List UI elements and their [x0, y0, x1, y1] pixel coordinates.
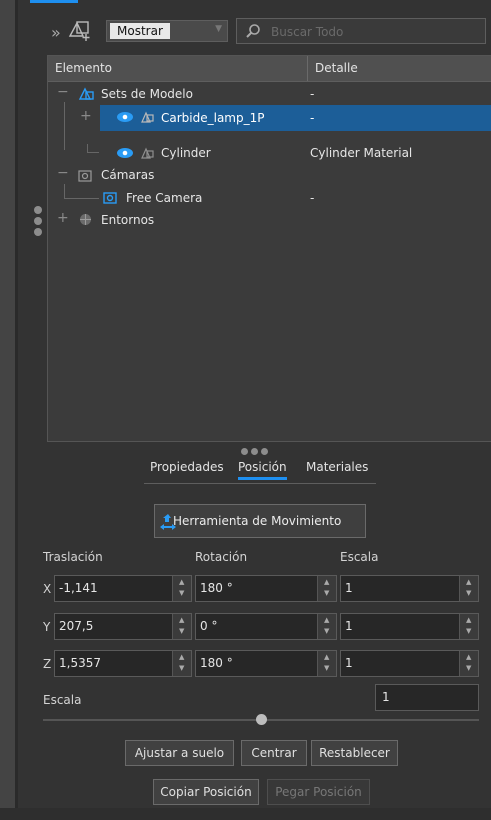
- expand-icon[interactable]: +: [80, 108, 92, 124]
- expand-chevron-icon[interactable]: »: [51, 23, 61, 42]
- rotation-z-value: 180 °: [200, 656, 233, 670]
- snap-to-ground-button[interactable]: Ajustar a suelo: [125, 740, 234, 766]
- rotation-z-spinbox[interactable]: 180 ° ▲ ▼: [195, 650, 337, 677]
- move-tool-button[interactable]: Herramienta de Movimiento: [154, 504, 366, 538]
- search-input[interactable]: [269, 21, 473, 43]
- visibility-eye-icon[interactable]: [116, 147, 134, 159]
- toolbar: » Mostrar ▼: [46, 16, 491, 46]
- translation-z-spinbox[interactable]: 1,5357 ▲ ▼: [54, 650, 192, 677]
- spin-buttons[interactable]: ▲ ▼: [459, 614, 478, 639]
- show-dropdown[interactable]: Mostrar ▼: [106, 20, 228, 42]
- tree-row-cylinder[interactable]: Cylinder Cylinder Material: [48, 142, 491, 164]
- translation-y-spinbox[interactable]: 207,5 ▲ ▼: [54, 613, 192, 640]
- scale-y-value: 1: [345, 619, 353, 633]
- chevron-down-icon: ▼: [215, 24, 222, 34]
- rotation-x-value: 180 °: [200, 581, 233, 595]
- scale-y-spinbox[interactable]: 1 ▲ ▼: [340, 613, 479, 640]
- axis-y-label: Y: [43, 620, 51, 634]
- axis-x-label: X: [43, 582, 52, 596]
- show-dropdown-label: Mostrar: [110, 23, 170, 39]
- rotation-y-value: 0 °: [200, 619, 218, 633]
- tree-row-label: Cylinder: [161, 146, 211, 160]
- tree-row-detail: Cylinder Material: [310, 146, 413, 160]
- axis-z-label: Z: [43, 657, 52, 671]
- camera-icon: [103, 192, 117, 204]
- tree-row-label: Cámaras: [101, 168, 155, 182]
- scale-z-value: 1: [345, 656, 353, 670]
- tree-row-environments[interactable]: + Entornos: [48, 209, 491, 231]
- camera-group-icon: [78, 170, 92, 182]
- search-icon: [246, 24, 260, 38]
- center-button[interactable]: Centrar: [241, 740, 307, 766]
- tree-row-label: Carbide_lamp_1P: [161, 111, 265, 125]
- tree-row-detail: -: [310, 87, 315, 101]
- translation-header: Traslación: [43, 550, 103, 564]
- spin-buttons[interactable]: ▲ ▼: [172, 614, 191, 639]
- add-object-icon[interactable]: [68, 18, 92, 42]
- spin-buttons[interactable]: ▲ ▼: [317, 576, 336, 601]
- scale-z-spinbox[interactable]: 1 ▲ ▼: [340, 650, 479, 677]
- collapse-icon[interactable]: −: [57, 84, 69, 100]
- scale-x-value: 1: [345, 581, 353, 595]
- column-detail-header[interactable]: Detalle: [315, 61, 358, 75]
- spin-buttons[interactable]: ▲ ▼: [459, 576, 478, 601]
- tree-row-free-camera[interactable]: Free Camera -: [48, 187, 491, 209]
- scene-tree: Elemento Detalle − Sets de Modelo - + Ca…: [47, 55, 491, 442]
- tree-row-label: Free Camera: [126, 191, 203, 205]
- tree-header: Elemento Detalle: [48, 56, 491, 82]
- tab-properties[interactable]: Propiedades: [150, 460, 224, 474]
- tree-row-model-sets[interactable]: − Sets de Modelo -: [48, 83, 491, 105]
- reset-button[interactable]: Restablecer: [311, 740, 398, 766]
- spin-buttons[interactable]: ▲ ▼: [172, 651, 191, 676]
- translation-y-value: 207,5: [59, 619, 94, 633]
- tab-materials[interactable]: Materiales: [306, 460, 368, 474]
- uniform-scale-input[interactable]: 1: [375, 684, 479, 711]
- tabs-resize-grip[interactable]: [241, 444, 271, 458]
- visibility-eye-icon[interactable]: [116, 111, 134, 123]
- active-panel-indicator: [30, 0, 78, 3]
- left-strip-edge: [15, 0, 18, 820]
- collapse-icon[interactable]: −: [57, 165, 69, 181]
- column-element-header[interactable]: Elemento: [55, 61, 112, 75]
- model-icon: [141, 111, 154, 123]
- tree-row-carbide-lamp[interactable]: + Carbide_lamp_1P -: [48, 105, 491, 131]
- tree-row-detail: -: [310, 191, 315, 205]
- model-set-icon: [78, 87, 94, 100]
- translation-z-value: 1,5357: [59, 656, 101, 670]
- environment-icon: [80, 214, 91, 225]
- tree-row-label: Entornos: [101, 213, 155, 227]
- tree-row-label: Sets de Modelo: [101, 87, 193, 101]
- spin-buttons[interactable]: ▲ ▼: [172, 576, 191, 601]
- spin-buttons[interactable]: ▲ ▼: [317, 614, 336, 639]
- tab-position[interactable]: Posición: [238, 460, 287, 480]
- tree-row-cameras[interactable]: − Cámaras: [48, 164, 491, 186]
- translation-x-value: -1,141: [59, 581, 98, 595]
- translation-x-spinbox[interactable]: -1,141 ▲ ▼: [54, 575, 192, 602]
- search-box[interactable]: [236, 18, 486, 44]
- paste-position-button[interactable]: Pegar Posición: [267, 779, 370, 805]
- left-panel-strip: [0, 0, 18, 820]
- tree-row-detail: -: [310, 111, 315, 125]
- copy-position-button[interactable]: Copiar Posición: [153, 779, 259, 805]
- rotation-header: Rotación: [195, 550, 248, 564]
- uniform-scale-value: 1: [382, 690, 390, 704]
- scale-x-spinbox[interactable]: 1 ▲ ▼: [340, 575, 479, 602]
- expand-icon[interactable]: +: [57, 210, 69, 226]
- bottom-strip: [0, 808, 491, 820]
- spin-buttons[interactable]: ▲ ▼: [317, 651, 336, 676]
- rotation-x-spinbox[interactable]: 180 ° ▲ ▼: [195, 575, 337, 602]
- model-icon: [141, 147, 154, 159]
- panel-resize-grip[interactable]: [34, 206, 43, 239]
- column-divider[interactable]: [307, 56, 308, 81]
- move-tool-label: Herramienta de Movimiento: [173, 514, 342, 528]
- selection-highlight: [100, 105, 491, 131]
- spin-buttons[interactable]: ▲ ▼: [459, 651, 478, 676]
- property-tabs: Propiedades Posición Materiales: [144, 458, 376, 484]
- scale-header: Escala: [340, 550, 379, 564]
- rotation-y-spinbox[interactable]: 0 ° ▲ ▼: [195, 613, 337, 640]
- uniform-scale-slider-handle[interactable]: [256, 714, 267, 725]
- uniform-scale-label: Escala: [43, 693, 82, 707]
